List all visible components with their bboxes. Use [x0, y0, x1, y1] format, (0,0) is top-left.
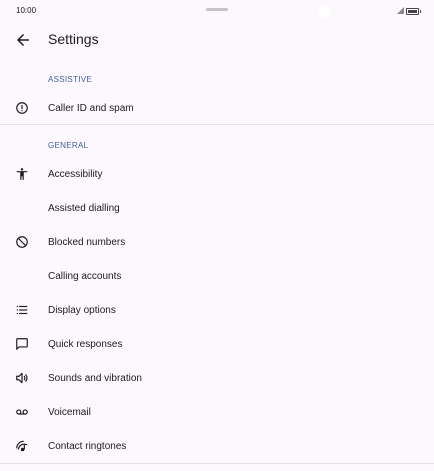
back-arrow-icon[interactable]: [14, 31, 32, 49]
setting-label: Contact ringtones: [48, 441, 127, 452]
setting-label: Caller ID and spam: [48, 103, 134, 114]
setting-label: Quick responses: [48, 339, 123, 350]
setting-label: Calling accounts: [48, 271, 122, 282]
battery-icon: [406, 8, 421, 15]
setting-label: Accessibility: [48, 169, 103, 180]
setting-calling-accounts[interactable]: Calling accounts: [0, 259, 434, 293]
setting-display-options[interactable]: Display options: [0, 293, 434, 327]
signal-icon: [397, 7, 404, 14]
message-icon: [15, 337, 29, 351]
volume-icon: [15, 371, 29, 385]
setting-assisted-dialling[interactable]: Assisted dialling: [0, 191, 434, 225]
accessibility-icon: [15, 167, 29, 181]
voicemail-icon: [15, 405, 29, 419]
setting-label: Display options: [48, 305, 116, 316]
setting-accessibility[interactable]: Accessibility: [0, 157, 434, 191]
status-time: 10:00: [16, 6, 37, 15]
drag-handle: [206, 8, 228, 11]
setting-label: Voicemail: [48, 407, 91, 418]
setting-voicemail[interactable]: Voicemail: [0, 395, 434, 429]
info-circle-icon: [15, 101, 29, 115]
block-icon: [15, 235, 29, 249]
page-title: Settings: [48, 31, 99, 47]
camera-cutout: [318, 5, 331, 18]
setting-label: Assisted dialling: [48, 203, 120, 214]
section-header-general: GENERAL: [48, 141, 89, 150]
app-bar: Settings: [0, 24, 434, 56]
setting-label: Blocked numbers: [48, 237, 126, 248]
setting-sounds-vibration[interactable]: Sounds and vibration: [0, 361, 434, 395]
setting-label: Sounds and vibration: [48, 373, 142, 384]
section-header-assistive: ASSISTIVE: [48, 75, 93, 84]
setting-caller-id-spam[interactable]: Caller ID and spam: [0, 91, 434, 125]
section-divider: [0, 124, 434, 125]
bottom-divider: [0, 463, 434, 464]
setting-blocked-numbers[interactable]: Blocked numbers: [0, 225, 434, 259]
setting-contact-ringtones[interactable]: Contact ringtones: [0, 429, 434, 463]
ringtone-icon: [15, 439, 29, 453]
list-icon: [15, 303, 29, 317]
status-bar: 10:00: [0, 0, 434, 22]
setting-quick-responses[interactable]: Quick responses: [0, 327, 434, 361]
